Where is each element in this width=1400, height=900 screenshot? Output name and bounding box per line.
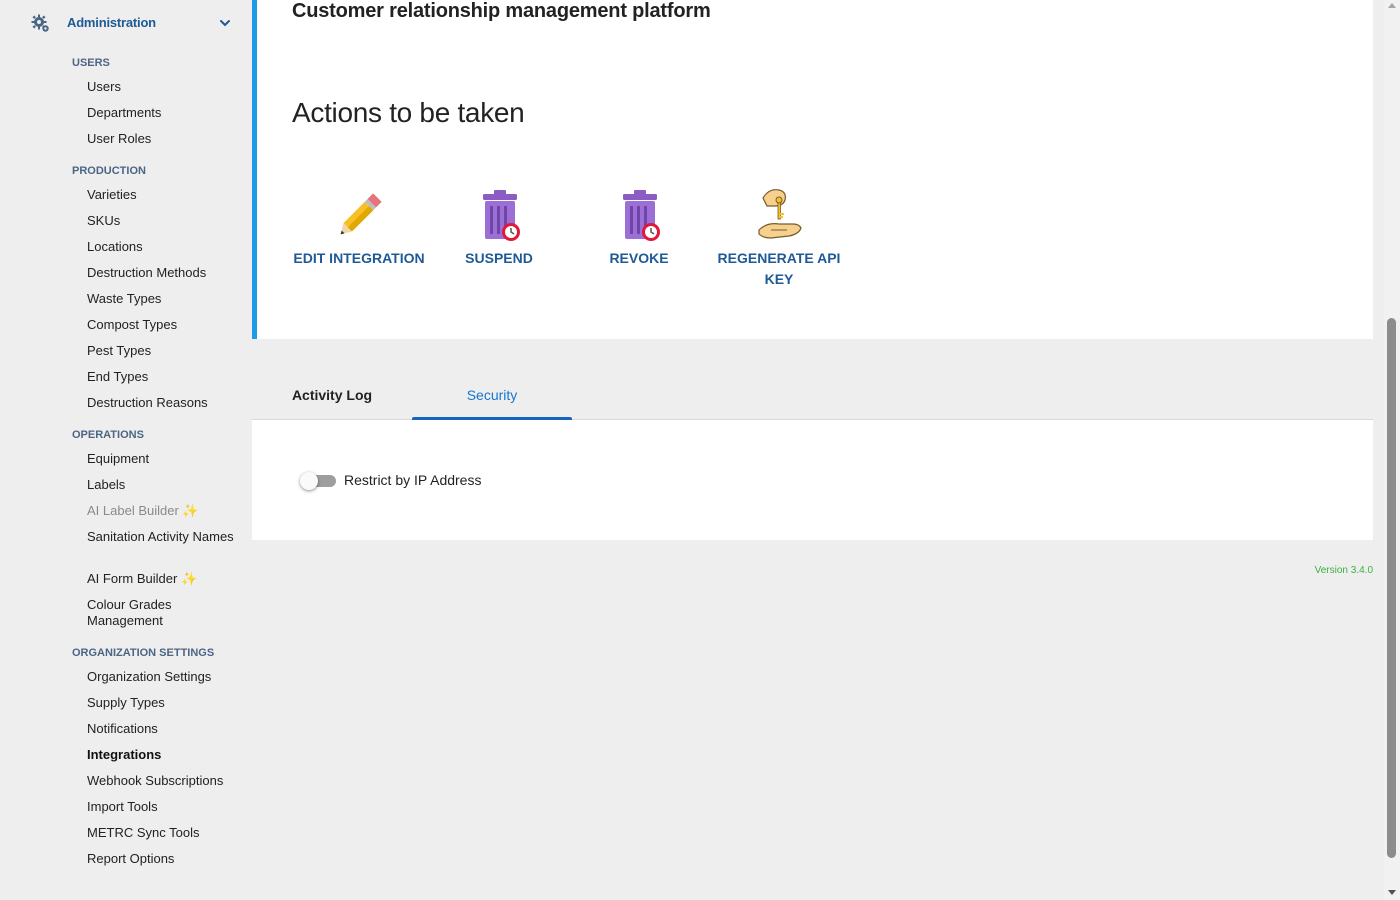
section-organization-settings: ORGANIZATION SETTINGS (72, 647, 215, 659)
sparkle-icon: ✨ (180, 571, 198, 586)
sidebar-item-ai-label-builder[interactable]: AI Label Builder ✨ (87, 503, 237, 519)
action-label: EDIT INTEGRATION (293, 250, 425, 266)
page-title: Customer relationship management platfor… (292, 0, 711, 22)
revoke-button[interactable]: REVOKE (569, 186, 709, 269)
sidebar-item-compost-types[interactable]: Compost Types (87, 317, 237, 333)
version-label: Version 3.4.0 (1314, 565, 1373, 576)
sidebar: Administration USERS Users Departments U… (0, 0, 252, 900)
sidebar-item-waste-types[interactable]: Waste Types (87, 291, 237, 307)
sidebar-item-integrations[interactable]: Integrations (87, 747, 237, 763)
sidebar-item-pest-types[interactable]: Pest Types (87, 343, 237, 359)
sidebar-item-varieties[interactable]: Varieties (87, 187, 237, 203)
sidebar-item-sanitation-activity-names[interactable]: Sanitation Activity Names (87, 529, 237, 545)
sidebar-item-destruction-reasons[interactable]: Destruction Reasons (87, 395, 237, 411)
page-scrollbar[interactable] (1384, 0, 1400, 900)
sidebar-item-users[interactable]: Users (87, 79, 237, 95)
action-label: SUSPEND (465, 250, 533, 266)
sidebar-item-notifications[interactable]: Notifications (87, 721, 237, 737)
section-users: USERS (72, 57, 110, 69)
sidebar-item-locations[interactable]: Locations (87, 239, 237, 255)
sidebar-item-supply-types[interactable]: Supply Types (87, 695, 237, 711)
toggle-knob (300, 472, 318, 490)
scroll-down-arrow-icon[interactable] (1388, 890, 1396, 895)
sidebar-item-label: AI Form Builder (87, 571, 178, 586)
sparkle-icon: ✨ (182, 503, 199, 518)
integration-card: Customer relationship management platfor… (252, 0, 1373, 339)
sidebar-item-metrc-sync-tools[interactable]: METRC Sync Tools (87, 825, 237, 841)
restrict-ip-toggle[interactable] (300, 472, 336, 490)
sidebar-item-destruction-methods[interactable]: Destruction Methods (87, 265, 237, 281)
suspend-button[interactable]: SUSPEND (429, 186, 569, 269)
gear-icon (30, 13, 52, 35)
hand-key-icon (749, 186, 809, 246)
sidebar-item-labels[interactable]: Labels (87, 477, 237, 493)
sidebar-item-ai-form-builder[interactable]: AI Form Builder ✨ (87, 571, 237, 587)
sidebar-item-import-tools[interactable]: Import Tools (87, 799, 237, 815)
section-production: PRODUCTION (72, 165, 146, 177)
scroll-up-arrow-icon[interactable] (1388, 3, 1396, 8)
scrollbar-thumb[interactable] (1387, 318, 1396, 858)
security-panel: Restrict by IP Address (252, 420, 1373, 540)
sidebar-item-equipment[interactable]: Equipment (87, 451, 237, 467)
section-operations: OPERATIONS (72, 429, 144, 441)
chevron-down-icon[interactable] (218, 16, 232, 30)
tab-activity-log[interactable]: Activity Log (252, 371, 412, 419)
actions-heading: Actions to be taken (292, 97, 525, 128)
sidebar-item-colour-grades-management[interactable]: Colour Grades Management (87, 597, 237, 629)
sidebar-item-end-types[interactable]: End Types (87, 369, 237, 385)
administration-label: Administration (67, 15, 156, 30)
sidebar-item-label: AI Label Builder (87, 503, 179, 518)
tab-security[interactable]: Security (412, 371, 572, 421)
action-label: REVOKE (609, 250, 669, 266)
sidebar-item-webhook-subscriptions[interactable]: Webhook Subscriptions (87, 773, 237, 789)
sidebar-item-organization-settings[interactable]: Organization Settings (87, 669, 237, 685)
trash-clock-icon (609, 186, 669, 246)
administration-menu[interactable]: Administration (30, 12, 240, 36)
pencil-icon (329, 186, 389, 246)
restrict-ip-label: Restrict by IP Address (344, 472, 482, 488)
sidebar-item-user-roles[interactable]: User Roles (87, 131, 237, 147)
trash-clock-icon (469, 186, 529, 246)
sidebar-item-departments[interactable]: Departments (87, 105, 237, 121)
sidebar-item-skus[interactable]: SKUs (87, 213, 237, 229)
regenerate-api-key-button[interactable]: REGENERATE API KEY (709, 186, 849, 290)
edit-integration-button[interactable]: EDIT INTEGRATION (289, 186, 429, 269)
tab-bar: Activity Log Security (252, 371, 1373, 421)
sidebar-item-report-options[interactable]: Report Options (87, 851, 237, 867)
action-label: REGENERATE API KEY (717, 250, 841, 287)
